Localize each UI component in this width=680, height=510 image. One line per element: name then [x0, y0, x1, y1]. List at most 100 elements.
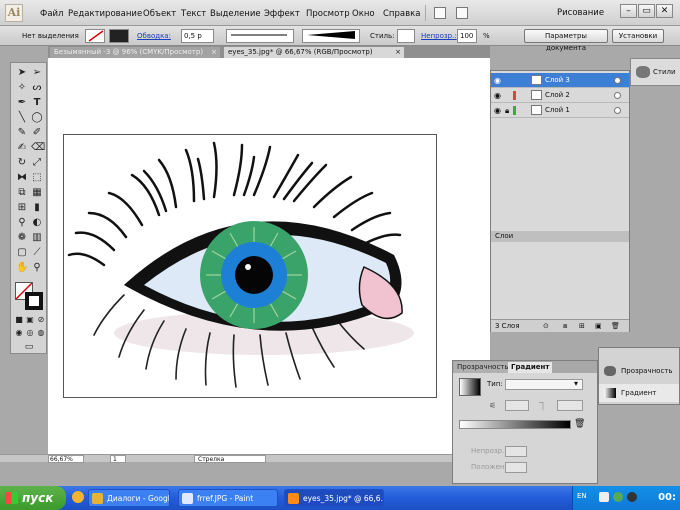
page-field[interactable]: 1	[110, 455, 126, 463]
menu-help[interactable]: Справка	[383, 9, 420, 19]
quicklaunch-icon[interactable]	[72, 491, 84, 503]
scale-tool-icon[interactable]: ⤢	[31, 157, 43, 169]
opacity-field[interactable]: 100	[457, 29, 477, 43]
taskbar-button-paint[interactable]: frref.JPG - Paint	[178, 489, 278, 507]
locate-object-icon[interactable]: ⊙	[543, 320, 549, 333]
tray-volume-icon[interactable]	[627, 492, 637, 502]
screen-mode-icon[interactable]: ▭	[23, 341, 35, 353]
aspect-ratio-icon[interactable]: ⏋	[539, 401, 547, 412]
maximize-icon[interactable]: ▭	[638, 4, 655, 18]
fill-swatch[interactable]	[85, 29, 105, 43]
language-indicator[interactable]: EN	[577, 492, 587, 500]
gradient-slider[interactable]	[459, 420, 571, 429]
menu-file[interactable]: Файл	[40, 9, 63, 19]
eye-icon[interactable]: ◉	[494, 73, 501, 88]
taskbar-button-chrome[interactable]: Диалоги - Google Ch...	[88, 489, 170, 507]
direct-selection-tool-icon[interactable]: ➢	[31, 67, 43, 79]
chevron-down-icon[interactable]: ▾	[574, 379, 578, 388]
tab-transparency[interactable]: Прозрачность	[454, 362, 512, 373]
delete-layer-icon[interactable]: 🗑︎	[611, 320, 620, 333]
target-icon[interactable]	[614, 92, 621, 99]
location-field[interactable]	[505, 462, 527, 473]
menu-window[interactable]: Окно	[352, 9, 375, 19]
blend-tool-icon[interactable]: ◐	[31, 217, 43, 229]
layer-row[interactable]: ◉ Слой 3	[491, 73, 629, 88]
zoom-field[interactable]: 66,67%	[48, 455, 84, 463]
close-tab-icon[interactable]: ×	[395, 47, 401, 58]
eyedropper-tool-icon[interactable]: ⚲	[16, 217, 28, 229]
pencil-tool-icon[interactable]: ✐	[31, 127, 43, 139]
tab-gradient[interactable]: Градиент	[508, 362, 553, 373]
rotate-tool-icon[interactable]: ↻	[16, 157, 28, 169]
perspective-grid-icon[interactable]: ▦	[31, 187, 43, 199]
menu-object[interactable]: Объект	[143, 9, 176, 19]
dock-styles-button[interactable]: Стили	[631, 59, 680, 85]
artboard-tool-icon[interactable]: ▢	[16, 247, 28, 259]
graph-tool-icon[interactable]: ▥	[31, 232, 43, 244]
tab-untitled-3[interactable]: Безымянный -3 @ 96% (CMYK/Просмотр) ×	[50, 47, 220, 58]
hand-tool-icon[interactable]: ✋	[16, 262, 28, 274]
status-tool-field[interactable]: Стрелка	[194, 455, 266, 463]
stroke-swatch[interactable]	[109, 29, 129, 43]
eye-icon[interactable]: ◉	[494, 88, 501, 103]
graphic-style-swatch[interactable]	[397, 29, 415, 43]
menu-edit[interactable]: Редактирование	[68, 9, 142, 19]
stroke-label[interactable]: Обводка:	[137, 32, 171, 40]
stroke-weight-field[interactable]: 0,5 р	[181, 29, 214, 43]
close-tab-icon[interactable]: ×	[211, 47, 217, 58]
tray-app-icon[interactable]	[613, 492, 623, 502]
layer-row[interactable]: ◉ Слой 2	[491, 88, 629, 103]
type-tool-icon[interactable]: T	[31, 97, 43, 109]
variable-width-profile[interactable]	[226, 29, 294, 43]
slice-tool-icon[interactable]: ⟋	[31, 247, 43, 259]
stroke-color-swatch[interactable]	[25, 292, 43, 310]
brush-definition[interactable]	[302, 29, 360, 43]
arrange-documents-icon[interactable]	[456, 7, 468, 19]
artboard[interactable]	[63, 134, 437, 398]
gradient-tool-icon[interactable]: ▮	[31, 202, 43, 214]
tab-eyes-35[interactable]: eyes_35.jpg* @ 66,67% (RGB/Просмотр) ×	[224, 47, 404, 58]
draw-inside-icon[interactable]: ◍	[35, 327, 47, 339]
paintbrush-tool-icon[interactable]: ✎	[16, 127, 28, 139]
shape-builder-icon[interactable]: ⧉	[16, 187, 28, 199]
delete-stop-icon[interactable]: 🗑︎	[574, 419, 585, 429]
preferences-button[interactable]: Установки	[612, 29, 664, 43]
menu-view[interactable]: Просмотр	[306, 9, 350, 19]
start-button[interactable]: пуск	[0, 486, 66, 510]
gradient-type-select[interactable]	[505, 379, 583, 390]
lock-icon[interactable]: 🔒︎	[505, 103, 509, 118]
aspect-field[interactable]	[557, 400, 583, 411]
lasso-tool-icon[interactable]: ᔕ	[31, 82, 43, 94]
document-setup-button[interactable]: Параметры документа	[524, 29, 608, 52]
target-icon[interactable]	[614, 77, 621, 84]
mini-gradient-button[interactable]: Градиент	[599, 384, 679, 402]
clipping-mask-icon[interactable]: ⧈	[563, 320, 567, 333]
new-sublayer-icon[interactable]: ⊞	[579, 320, 585, 333]
zoom-tool-icon[interactable]: ⚲	[31, 262, 43, 274]
new-layer-icon[interactable]: ▣	[595, 320, 602, 333]
target-icon[interactable]	[614, 107, 621, 114]
tray-network-icon[interactable]	[599, 492, 609, 502]
opacity-field[interactable]	[505, 446, 527, 457]
blob-brush-icon[interactable]: ✍	[16, 142, 28, 154]
selection-tool-icon[interactable]: ➤	[16, 67, 28, 79]
layer-row[interactable]: ◉ 🔒︎ Слой 1	[491, 103, 629, 118]
layers-panel-title[interactable]: Слои	[491, 231, 629, 242]
angle-field[interactable]	[505, 400, 529, 411]
ellipse-tool-icon[interactable]: ◯	[31, 112, 43, 124]
none-mode-icon[interactable]: ⊘	[35, 314, 47, 326]
gradient-preview[interactable]	[459, 378, 481, 396]
menu-type[interactable]: Текст	[181, 9, 206, 19]
workspace-switcher[interactable]: Рисование	[557, 8, 604, 18]
minimize-icon[interactable]: –	[620, 4, 637, 18]
opacity-label[interactable]: Непрозр.:	[421, 32, 457, 40]
menu-select[interactable]: Выделение	[210, 9, 261, 19]
bridge-icon[interactable]	[434, 7, 446, 19]
mini-transparency-button[interactable]: Прозрачность	[599, 362, 679, 380]
pen-tool-icon[interactable]: ✒	[16, 97, 28, 109]
close-icon[interactable]: ✕	[656, 4, 673, 18]
mesh-tool-icon[interactable]: ⊞	[16, 202, 28, 214]
stroke-gradient-icon[interactable]: ⚟	[489, 401, 496, 410]
line-tool-icon[interactable]: ╲	[16, 112, 28, 124]
menu-effect[interactable]: Эффект	[264, 9, 300, 19]
